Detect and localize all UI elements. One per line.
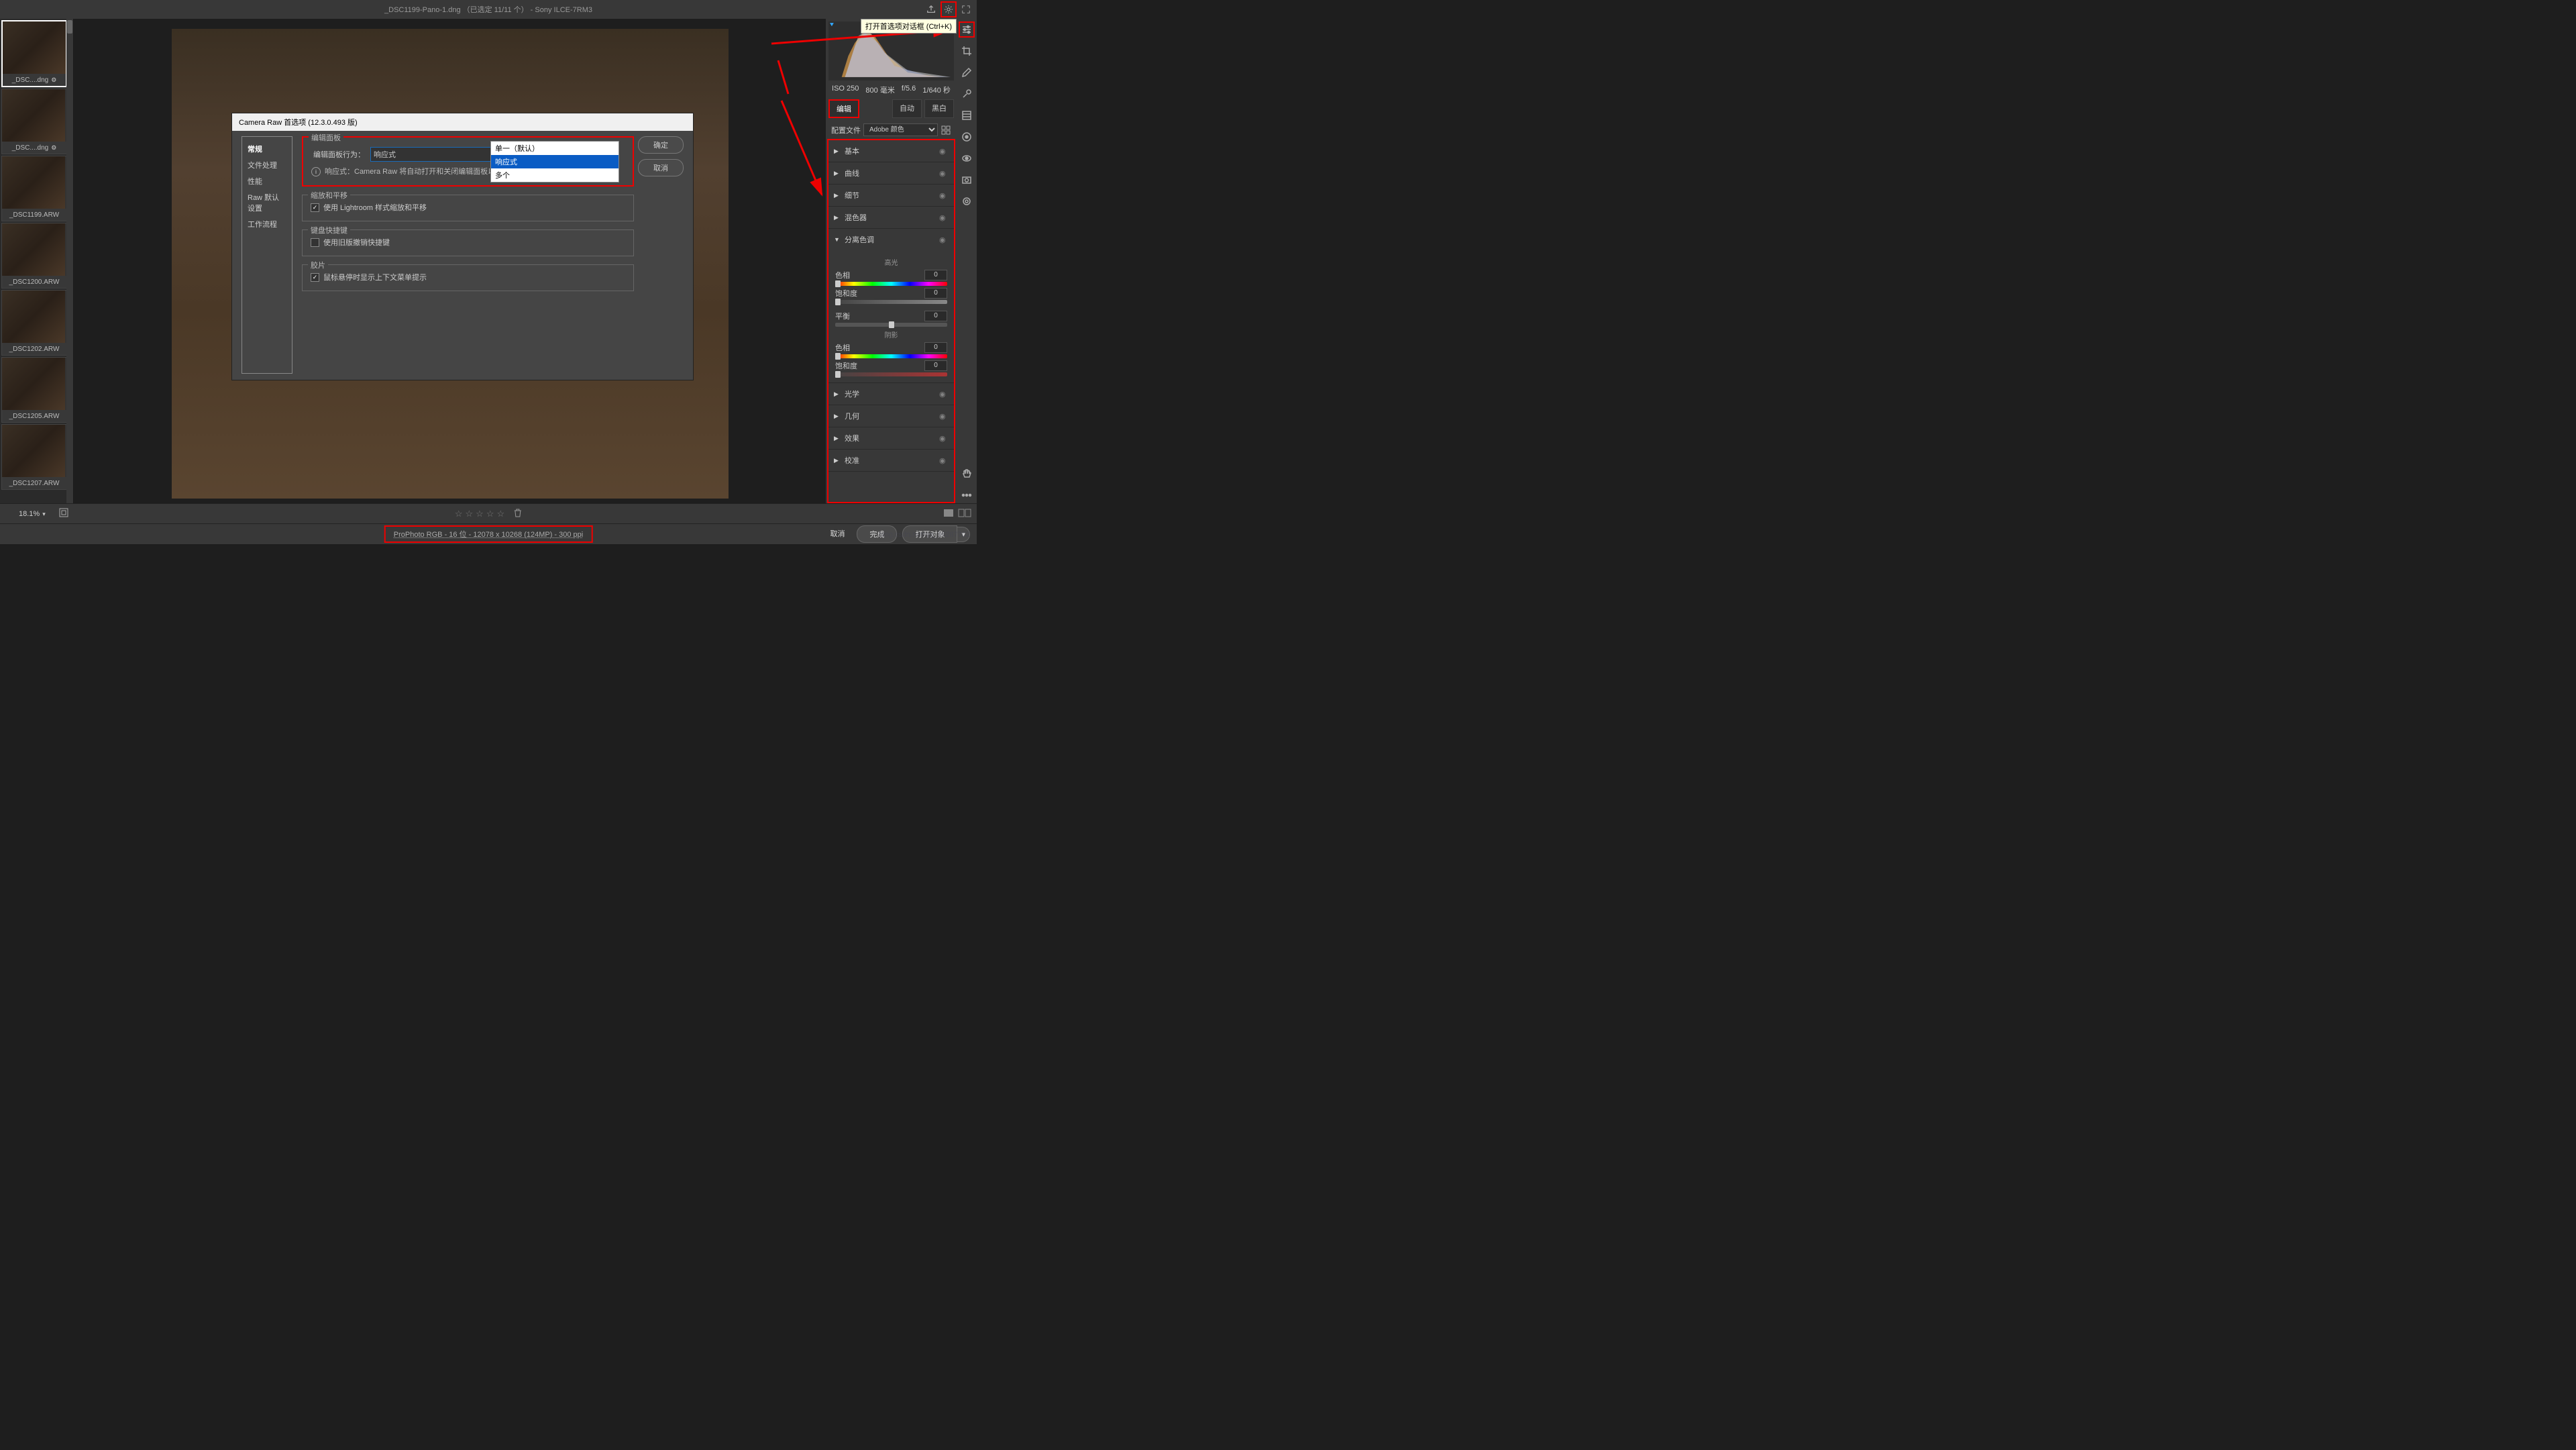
dropdown-option-responsive[interactable]: 响应式 — [491, 155, 619, 168]
panel-basic[interactable]: ▶基本◉ — [828, 140, 954, 162]
filmstrip-thumb[interactable]: _DSC....dng⚙ — [1, 89, 67, 154]
adjustment-brush-icon[interactable] — [959, 86, 975, 102]
info-icon: i — [311, 167, 321, 176]
filmstrip-scrollbar[interactable] — [66, 19, 73, 503]
highlight-hue-value[interactable]: 0 — [924, 270, 947, 280]
editpanel-behavior-select[interactable]: 响应式▾ — [370, 147, 498, 162]
rating-stars[interactable]: ☆☆☆☆☆ — [455, 509, 522, 519]
filmstrip-thumb[interactable]: _DSC1207.ARW — [1, 424, 67, 490]
edit-tool-icon[interactable] — [959, 21, 975, 38]
profile-label: 配置文件 — [831, 125, 861, 136]
tab-edit[interactable]: 编辑 — [828, 99, 859, 118]
dialog-ok-button[interactable]: 确定 — [638, 136, 684, 154]
dialog-cancel-button[interactable]: 取消 — [638, 159, 684, 176]
sidebar-item-workflow[interactable]: 工作流程 — [242, 216, 292, 232]
preset-tool-icon[interactable] — [959, 193, 975, 209]
star-2: ☆ — [466, 509, 474, 519]
highlight-sat-value[interactable]: 0 — [924, 288, 947, 299]
preferences-icon[interactable] — [941, 1, 957, 17]
dropdown-option-single[interactable]: 单一（默认） — [491, 142, 619, 155]
share-icon[interactable] — [923, 1, 939, 17]
preferences-dialog: Camera Raw 首选项 (12.3.0.493 版) 常规 文件处理 性能… — [231, 113, 694, 380]
editpanel-behavior-dropdown[interactable]: 单一（默认） 响应式 多个 — [490, 141, 619, 183]
hover-tooltip-checkbox[interactable]: ✓ — [311, 273, 319, 282]
panel-curve[interactable]: ▶曲线◉ — [828, 162, 954, 184]
preferences-tooltip: 打开首选项对话框 (Ctrl+K) — [861, 19, 957, 34]
shadow-sat-slider[interactable] — [835, 372, 947, 376]
graduated-filter-icon[interactable] — [959, 107, 975, 123]
radial-filter-icon[interactable] — [959, 129, 975, 145]
titlebar: _DSC1199-Pano-1.dng （已选定 11/11 个） - Sony… — [0, 0, 977, 19]
balance-value[interactable]: 0 — [924, 311, 947, 321]
legacy-undo-checkbox[interactable] — [311, 238, 319, 247]
watermark: blog.csdn.net/qq_36287702 — [879, 531, 970, 539]
filmstrip-thumb[interactable]: _DSC....dng⚙ — [1, 20, 67, 87]
star-4: ☆ — [486, 509, 494, 519]
dialog-title: Camera Raw 首选项 (12.3.0.493 版) — [232, 113, 693, 131]
profile-browser-icon[interactable] — [941, 125, 951, 136]
trash-icon[interactable] — [514, 509, 522, 519]
dropdown-option-multiple[interactable]: 多个 — [491, 168, 619, 182]
eye-icon: ◉ — [939, 147, 949, 156]
highlight-sat-slider[interactable] — [835, 300, 947, 304]
panel-split-toning[interactable]: ▼分离色调◉ — [828, 229, 954, 250]
panel-optics[interactable]: ▶光学◉ — [828, 383, 954, 405]
panel-effects[interactable]: ▶效果◉ — [828, 427, 954, 449]
bottom-bar: 18.1%▾ ☆☆☆☆☆ — [0, 503, 977, 523]
sidebar-item-general[interactable]: 常规 — [242, 141, 292, 157]
zoom-level[interactable]: 18.1%▾ — [19, 510, 46, 518]
filmstrip-thumb[interactable]: _DSC1200.ARW — [1, 223, 67, 289]
hand-tool-icon[interactable] — [959, 466, 975, 482]
panel-detail[interactable]: ▶细节◉ — [828, 185, 954, 206]
fullscreen-icon[interactable] — [958, 1, 974, 17]
shadow-sat-value[interactable]: 0 — [924, 360, 947, 371]
exif-info: ISO 250800 毫米f/5.61/640 秒 — [826, 83, 957, 97]
panel-calibration[interactable]: ▶校准◉ — [828, 450, 954, 471]
sidebar-item-raw-defaults[interactable]: Raw 默认设置 — [242, 189, 292, 216]
highlight-hue-slider[interactable] — [835, 282, 947, 286]
compare-view-icon[interactable] — [958, 509, 971, 519]
star-5: ☆ — [496, 509, 504, 519]
heal-tool-icon[interactable] — [959, 64, 975, 81]
fit-icon[interactable] — [59, 508, 68, 519]
dialog-sidebar: 常规 文件处理 性能 Raw 默认设置 工作流程 — [241, 136, 292, 374]
tab-bw[interactable]: 黑白 — [924, 99, 954, 118]
lightroom-zoom-checkbox[interactable]: ✓ — [311, 203, 319, 212]
sidebar-item-file[interactable]: 文件处理 — [242, 157, 292, 173]
shadow-hue-slider[interactable] — [835, 354, 947, 358]
shadow-hue-value[interactable]: 0 — [924, 342, 947, 353]
cancel-button[interactable]: 取消 — [823, 525, 851, 543]
toolstrip — [957, 19, 977, 503]
crop-tool-icon[interactable] — [959, 43, 975, 59]
filmstrip-thumb[interactable]: _DSC1199.ARW — [1, 156, 67, 221]
single-view-icon[interactable] — [943, 509, 954, 519]
star-3: ☆ — [476, 509, 484, 519]
redeye-tool-icon[interactable] — [959, 150, 975, 166]
panel-mixer[interactable]: ▶混色器◉ — [828, 207, 954, 228]
edit-panels-container: ▶基本◉ ▶曲线◉ ▶细节◉ ▶混色器◉ ▼分离色调◉ 高光 色相0 饱和度0 … — [827, 139, 955, 503]
footer: ProPhoto RGB - 16 位 - 12078 x 10268 (124… — [0, 523, 977, 544]
balance-slider[interactable] — [835, 323, 947, 327]
tab-auto[interactable]: 自动 — [892, 99, 922, 118]
more-icon[interactable] — [959, 487, 975, 503]
edit-panel: ISO 250800 毫米f/5.61/640 秒 编辑 自动 黑白 配置文件 … — [826, 19, 957, 503]
sidebar-item-performance[interactable]: 性能 — [242, 173, 292, 189]
profile-select[interactable]: Adobe 颜色 — [863, 123, 938, 136]
snapshot-tool-icon[interactable] — [959, 172, 975, 188]
panel-geometry[interactable]: ▶几何◉ — [828, 405, 954, 427]
workflow-options-link[interactable]: ProPhoto RGB - 16 位 - 12078 x 10268 (124… — [384, 525, 593, 543]
filmstrip-thumb[interactable]: _DSC1205.ARW — [1, 357, 67, 423]
filmstrip-thumb[interactable]: _DSC1202.ARW — [1, 290, 67, 356]
star-1: ☆ — [455, 509, 463, 519]
filmstrip[interactable]: _DSC....dng⚙_DSC....dng⚙_DSC1199.ARW_DSC… — [0, 19, 74, 503]
window-title: _DSC1199-Pano-1.dng （已选定 11/11 个） - Sony… — [384, 4, 592, 15]
